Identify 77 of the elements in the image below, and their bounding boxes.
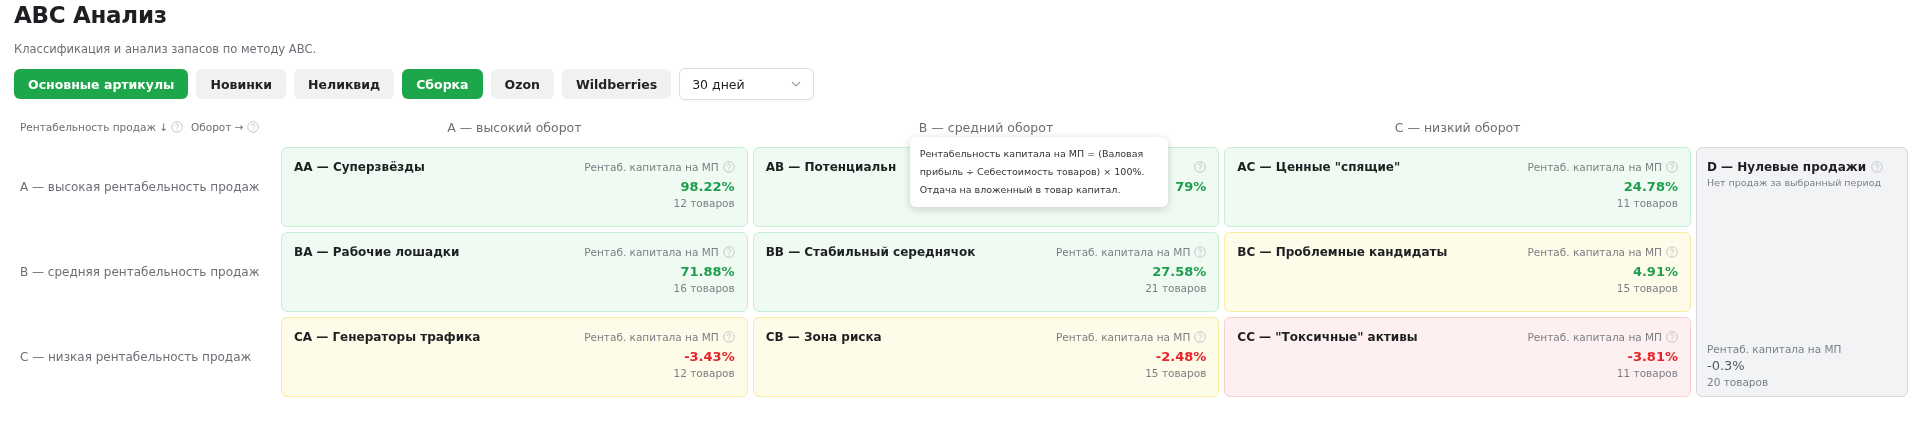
metric-value: 79% [1175,179,1207,194]
column-header: С — низкий оборот [1394,119,1521,135]
help-icon[interactable] [722,245,735,258]
item-count: 11 товаров [1616,367,1678,379]
help-icon[interactable] [722,160,735,173]
help-icon[interactable] [1666,245,1678,258]
column-header: В — средний оборот [918,119,1054,135]
chevron-down-icon [791,81,802,87]
metric-value: 71.88% [680,264,735,279]
help-icon[interactable] [1871,161,1884,173]
card-title: ВВ — Стабильный середнячок [765,245,976,259]
metric-label: Рентаб. капитала на МП [584,330,719,343]
help-icon[interactable] [1666,330,1678,343]
metric-label: Рентаб. капитала на МП [1527,330,1662,343]
item-count: 15 товаров [1145,367,1207,379]
help-icon[interactable] [1666,160,1678,173]
card-title: АВ — Потенциальн [765,160,897,174]
card-title: ВС — Проблемные кандидаты [1237,245,1448,259]
item-count: 15 товаров [1616,282,1678,294]
category-card[interactable]: ВА — Рабочие лошадки Рентаб. капитала на МП 71.88% 16 товаров [281,232,748,312]
filter-button[interactable]: Wildberries [561,69,672,99]
category-card[interactable]: АА — Суперзвёзды Рентаб. капитала на МП 98.22% 12 товаров [281,147,748,227]
filter-button[interactable]: Ozon [490,69,554,99]
category-card[interactable]: ВВ — Стабильный середнячок Рентаб. капитала на МП 27.58% 21 товаров [752,232,1220,312]
card-title: D — Нулевые продажи [1707,160,1867,174]
page-title: АВС Анализ [14,1,168,28]
metric-value: -3.43% [684,349,735,364]
item-count: 16 товаров [673,282,735,294]
item-count: 12 товаров [673,367,735,379]
filter-button[interactable]: Неликвид [294,69,395,99]
category-card[interactable]: СС — "Токсичные" активы Рентаб. капитала на МП -3.81% 11 товаров [1224,317,1691,397]
item-count: 20 товаров [1707,376,1769,388]
help-icon[interactable] [1194,160,1207,173]
filter-button[interactable]: Новинки [196,69,287,99]
metric-label: Рентаб. капитала на МП [584,160,719,173]
axis-label: Рентабельность продаж ↓ [20,121,168,133]
period-select[interactable]: 30 дней [679,68,815,100]
metric-value: 27.58% [1152,264,1207,279]
category-card[interactable]: АС — Ценные "спящие" Рентаб. капитала на МП 24.78% 11 товаров [1224,147,1691,227]
metric-label: Рентаб. капитала на МП [1055,330,1191,343]
metric-label: Рентаб. капитала на МП [1527,160,1662,173]
metric-value: -3.81% [1627,349,1678,364]
metric-label: Рентаб. капитала на МП [1055,245,1191,258]
card-title: СВ — Зона риска [765,330,882,344]
category-card[interactable]: СА — Генераторы трафика Рентаб. капитала на МП -3.43% 12 товаров [281,317,748,397]
category-card[interactable]: СВ — Зона риска Рентаб. капитала на МП -2.48% 15 товаров [752,317,1220,397]
metric-value: -0.3% [1707,358,1745,373]
help-icon[interactable] [246,121,259,133]
row-header: А — высокая рентабельность продаж [19,180,260,194]
metric-value: -2.48% [1155,349,1207,364]
metric-value: 24.78% [1623,179,1678,194]
item-count: 12 товаров [673,197,735,209]
metric-value: 98.22% [680,179,735,194]
metric-value: 4.91% [1632,264,1678,279]
card-title: ВА — Рабочие лошадки [294,245,460,259]
help-icon[interactable] [1194,330,1207,343]
card-title: СС — "Токсичные" активы [1237,330,1418,344]
tooltip: Рентабельность капитала на МП = (Валовая прибыль ÷ Себестоимость товаров) × 100%. Отдача на вложенный в товар капитал. [909,137,1168,207]
category-card[interactable]: ВС — Проблемные кандидаты Рентаб. капитала на МП 4.91% 15 товаров [1224,232,1691,312]
metric-label: Рентаб. капитала на МП [584,245,719,258]
page-subtitle: Классификация и анализ запасов по методу АВС. [14,42,317,56]
row-header: В — средняя рентабельность продаж [19,265,260,279]
card-title: АС — Ценные "спящие" [1237,160,1401,174]
column-header: А — высокий оборот [447,119,582,135]
help-icon[interactable] [1194,245,1207,258]
help-icon[interactable] [171,121,183,133]
axis-label: Оборот → [191,121,244,133]
card-title: СА — Генераторы трафика [294,330,481,344]
item-count: 21 товаров [1145,282,1207,294]
zero-sales-card[interactable]: D — Нулевые продажи Нет продаж за выбранный период Рентаб. капитала на МП -0.3% 20 товаров [1696,147,1908,397]
row-header: С — низкая рентабельность продаж [19,350,252,364]
card-title: АА — Суперзвёзды [294,160,425,174]
metric-label: Рентаб. капитала на МП [1527,245,1662,258]
help-icon[interactable] [722,330,735,343]
metric-label: Рентаб. капитала на МП [1707,342,1842,355]
card-subtitle: Нет продаж за выбранный период [1707,177,1881,188]
item-count: 11 товаров [1616,197,1678,209]
